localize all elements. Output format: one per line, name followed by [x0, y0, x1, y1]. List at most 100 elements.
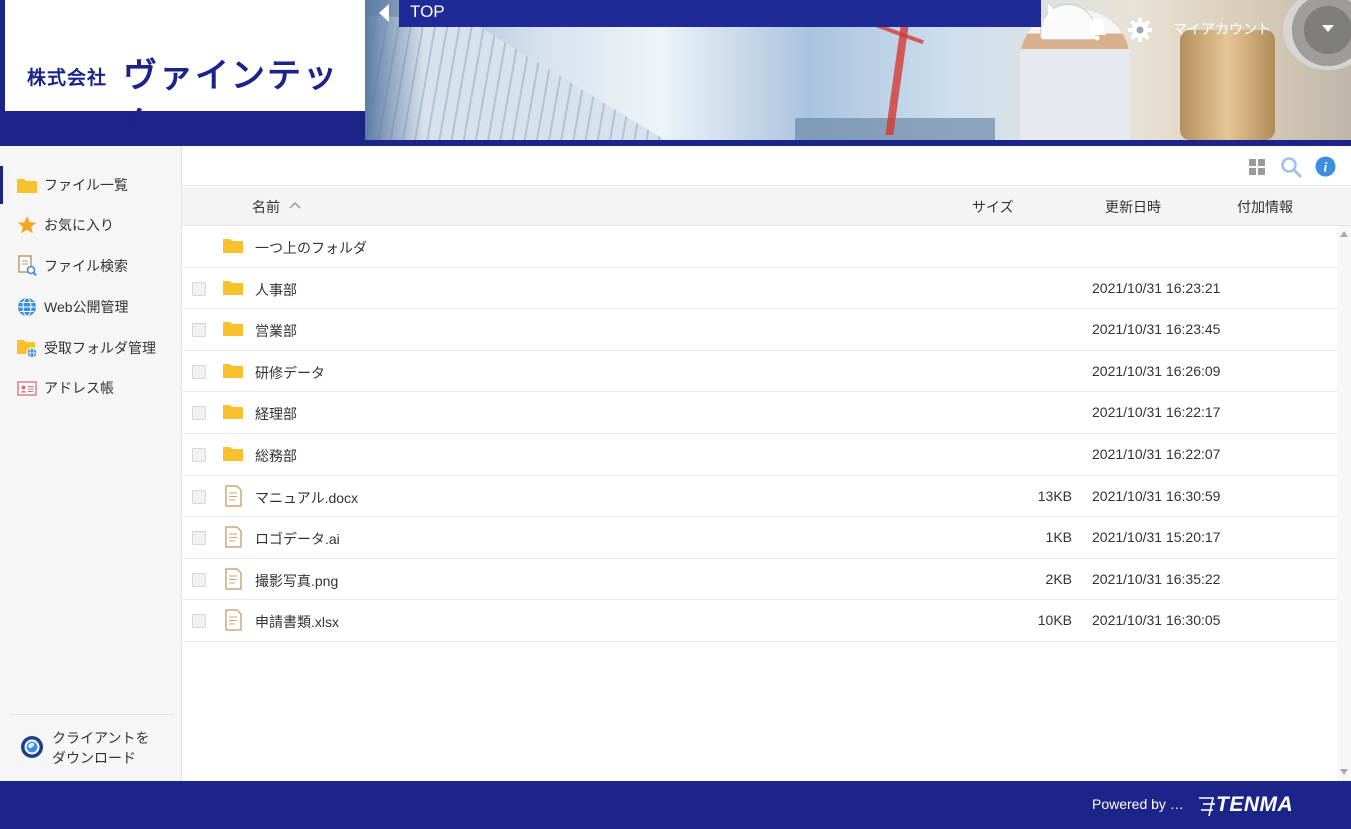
row-size: 10KB — [1037, 612, 1072, 629]
row-checkbox[interactable] — [192, 281, 206, 296]
vertical-scrollbar[interactable] — [1337, 226, 1351, 781]
file-icon — [225, 526, 242, 548]
row-size: 13KB — [1037, 487, 1072, 504]
file-table: 一つ上のフォルダ 人事部 2021/10/31 16:23:21 営業部 202… — [182, 226, 1337, 642]
row-date: 2021/10/31 16:23:45 — [1092, 321, 1221, 338]
row-size: 1KB — [1045, 529, 1072, 546]
sidebar-item-label: ファイル検索 — [44, 258, 128, 274]
table-row[interactable]: ロゴデータ.ai 1KB 2021/10/31 15:20:17 — [182, 517, 1337, 559]
table-row[interactable]: 撮影写真.png 2KB 2021/10/31 16:35:22 — [182, 559, 1337, 601]
sidebar-item-file-list[interactable]: ファイル一覧 — [0, 166, 181, 204]
star-icon — [16, 214, 38, 236]
row-name: 研修データ — [255, 364, 325, 381]
grid-view-icon[interactable] — [1248, 158, 1266, 176]
company-name: ヴァインテック — [123, 56, 339, 145]
company-logo[interactable]: 株式会社 ヴァインテック — [5, 0, 365, 145]
table-row[interactable]: 研修データ 2021/10/31 16:26:09 — [182, 351, 1337, 393]
table-row[interactable]: 営業部 2021/10/31 16:23:45 — [182, 309, 1337, 351]
folder-icon — [223, 405, 243, 420]
parent-folder-row[interactable]: 一つ上のフォルダ — [182, 226, 1337, 268]
sidebar-item-address-book[interactable]: アドレス帳 — [0, 369, 181, 407]
tenma-brand: TENMA — [1216, 793, 1294, 816]
row-checkbox[interactable] — [192, 489, 206, 504]
table-row[interactable]: 申請書類.xlsx 10KB 2021/10/31 16:30:05 — [182, 600, 1337, 642]
sidebar-item-receive-folder[interactable]: 受取フォルダ管理 — [0, 329, 181, 367]
row-date: 2021/10/31 16:30:59 — [1092, 487, 1221, 504]
row-name: マニュアル.docx — [255, 489, 359, 506]
row-name: 申請書類.xlsx — [255, 614, 339, 631]
breadcrumb[interactable]: TOP — [399, 0, 1041, 27]
row-date: 2021/10/31 16:22:17 — [1092, 404, 1221, 421]
sidebar-item-label: アドレス帳 — [44, 380, 114, 396]
table-row[interactable]: 人事部 2021/10/31 16:23:21 — [182, 268, 1337, 310]
folder-icon — [223, 446, 243, 461]
row-checkbox[interactable] — [192, 572, 206, 587]
row-date: 2021/10/31 16:35:22 — [1092, 570, 1221, 587]
app-header: 株式会社 ヴァインテック TOP マイアカウント — [0, 0, 1351, 146]
banner-tube-graphic — [1180, 30, 1275, 140]
row-name: 営業部 — [255, 323, 297, 340]
banner-gravel-graphic — [1283, 0, 1351, 70]
column-header-name[interactable]: 名前 — [252, 197, 280, 217]
folder-globe-icon — [16, 337, 38, 359]
column-header-extra-info: 付加情報 — [1237, 199, 1293, 215]
file-list-panel: i 名前 サイズ 更新日時 付加情報 一つ上のフォルダ 人事部 2021/10/… — [182, 146, 1351, 781]
settings-gear-icon[interactable] — [1127, 17, 1153, 43]
sort-ascending-icon[interactable] — [289, 201, 301, 209]
toolbar: i — [182, 146, 1351, 186]
globe-icon — [16, 296, 38, 318]
nav-back-icon[interactable] — [377, 2, 391, 24]
file-icon — [225, 568, 242, 590]
sidebar-item-label: お気に入り — [44, 217, 114, 233]
sidebar-item-web-publish[interactable]: Web公開管理 — [0, 288, 181, 326]
sidebar-item-favorites[interactable]: お気に入り — [0, 206, 181, 244]
sidebar-item-file-search[interactable]: ファイル検索 — [0, 247, 181, 285]
scroll-up-icon[interactable] — [1340, 231, 1348, 237]
info-icon[interactable]: i — [1315, 156, 1336, 177]
row-name: ロゴデータ.ai — [255, 531, 340, 548]
notification-bell-icon[interactable] — [1086, 16, 1108, 42]
chevron-down-icon[interactable] — [1322, 25, 1334, 33]
client-download-label-2: ダウンロード — [52, 750, 136, 766]
column-header-date[interactable]: 更新日時 — [1105, 197, 1161, 217]
row-date: 2021/10/31 16:23:21 — [1092, 279, 1221, 296]
company-prefix: 株式会社 — [27, 67, 108, 89]
file-icon — [225, 484, 242, 507]
table-row[interactable]: マニュアル.docx 13KB 2021/10/31 16:30:59 — [182, 476, 1337, 518]
column-header-size[interactable]: サイズ — [972, 197, 1014, 217]
row-checkbox[interactable] — [192, 406, 206, 421]
sidebar: ファイル一覧 お気に入り ファイル検索 Web公開管理 受取フォルダ管理 アドレ… — [0, 146, 182, 781]
row-checkbox[interactable] — [192, 531, 206, 546]
scroll-down-icon[interactable] — [1340, 769, 1348, 775]
client-download-label-1: クライアントを — [52, 730, 150, 746]
app-footer: Powered by … TENMA — [0, 781, 1351, 829]
table-row[interactable]: 総務部 2021/10/31 16:22:07 — [182, 434, 1337, 476]
row-size: 2KB — [1045, 570, 1072, 587]
folder-icon — [223, 363, 243, 378]
table-row[interactable]: 経理部 2021/10/31 16:22:17 — [182, 392, 1337, 434]
sidebar-item-label: Web公開管理 — [44, 299, 129, 315]
row-name: 人事部 — [255, 281, 297, 298]
file-icon — [225, 609, 242, 632]
breadcrumb-top[interactable]: TOP — [410, 2, 445, 21]
svg-text:i: i — [1324, 161, 1328, 176]
row-checkbox[interactable] — [192, 447, 206, 462]
my-account-menu[interactable]: マイアカウント — [1173, 19, 1271, 39]
client-download-link[interactable]: クライアントを ダウンロード — [10, 714, 174, 781]
row-checkbox[interactable] — [192, 323, 206, 338]
row-name: 経理部 — [255, 406, 297, 423]
row-checkbox[interactable] — [192, 364, 206, 379]
search-icon[interactable] — [1280, 156, 1302, 178]
folder-icon — [223, 280, 243, 295]
client-download-icon — [20, 735, 44, 762]
nav-forward-icon[interactable] — [1046, 2, 1060, 24]
folder-icon — [223, 322, 243, 337]
row-checkbox[interactable] — [192, 614, 206, 629]
row-date: 2021/10/31 16:22:07 — [1092, 445, 1221, 462]
sidebar-item-label: 受取フォルダ管理 — [44, 340, 156, 356]
powered-by-label: Powered by … — [1092, 796, 1184, 812]
row-date: 2021/10/31 16:26:09 — [1092, 362, 1221, 379]
address-card-icon — [16, 377, 38, 399]
row-name: 撮影写真.png — [255, 572, 339, 589]
parent-folder-label: 一つ上のフォルダ — [255, 240, 367, 256]
